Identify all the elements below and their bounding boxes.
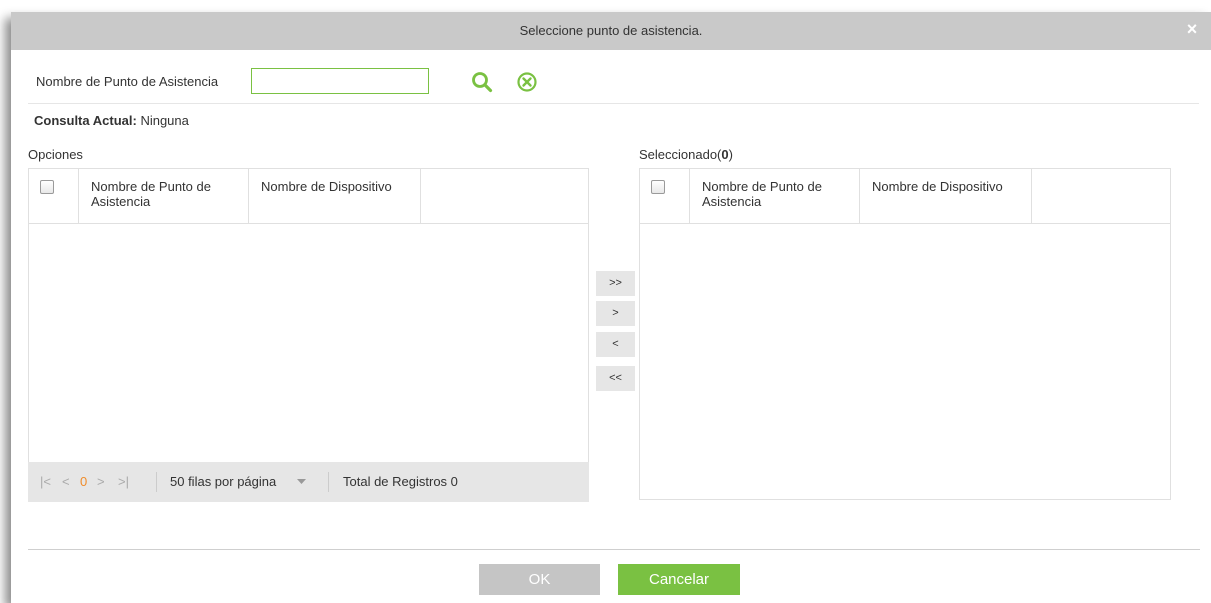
selected-label: Seleccionado(0) — [639, 147, 733, 162]
selected-select-all-cell — [640, 169, 690, 223]
move-right-button[interactable]: > — [596, 301, 635, 326]
pager-divider — [156, 472, 157, 492]
first-page-button[interactable]: |< — [40, 474, 51, 489]
search-label: Nombre de Punto de Asistencia — [36, 74, 219, 89]
select-attendance-point-dialog: Seleccione punto de asistencia. × Nombre… — [11, 12, 1211, 603]
selected-label-suffix: ) — [728, 147, 733, 162]
dialog-titlebar: Seleccione punto de asistencia. × — [11, 12, 1211, 50]
search-input[interactable] — [251, 68, 429, 94]
chevron-down-icon[interactable] — [297, 479, 306, 485]
current-query-label: Consulta Actual: — [34, 113, 137, 128]
options-label: Opciones — [28, 147, 83, 162]
selected-col-device-name[interactable]: Nombre de Dispositivo — [860, 169, 1032, 223]
current-query-value: Ninguna — [140, 113, 189, 128]
selected-label-prefix: Seleccionado( — [639, 147, 722, 162]
ok-button[interactable]: OK — [479, 564, 600, 595]
current-query: Consulta Actual: Ninguna — [34, 113, 189, 128]
pager-divider — [328, 472, 329, 492]
search-row: Nombre de Punto de Asistencia — [28, 66, 1211, 96]
options-grid: Nombre de Punto de Asistencia Nombre de … — [28, 168, 589, 463]
options-grid-header: Nombre de Punto de Asistencia Nombre de … — [29, 169, 588, 224]
rows-per-page-select[interactable]: 50 filas por página — [170, 474, 276, 489]
selected-col-point-name[interactable]: Nombre de Punto de Asistencia — [690, 169, 860, 223]
search-icon[interactable] — [470, 70, 494, 94]
current-page: 0 — [80, 474, 88, 489]
selected-count: 0 — [721, 147, 729, 162]
selected-grid: Nombre de Punto de Asistencia Nombre de … — [639, 168, 1171, 500]
options-select-all-cell — [29, 169, 79, 223]
selected-select-all-checkbox[interactable] — [651, 180, 665, 194]
total-records: Total de Registros 0 — [343, 474, 458, 489]
divider — [28, 103, 1199, 104]
footer-divider — [28, 549, 1200, 550]
cancel-button[interactable]: Cancelar — [618, 564, 740, 595]
column-header-label: Nombre de Punto de Asistencia — [91, 179, 211, 209]
prev-page-button[interactable]: < — [62, 474, 70, 489]
column-header-label: Nombre de Dispositivo — [872, 179, 1003, 194]
pager: |< < 0 > >| 50 filas por página Total de… — [28, 462, 589, 502]
clear-circle-icon[interactable] — [515, 70, 539, 94]
column-header-label: Nombre de Dispositivo — [261, 179, 392, 194]
selected-grid-header: Nombre de Punto de Asistencia Nombre de … — [640, 169, 1170, 224]
dialog-title: Seleccione punto de asistencia. — [519, 23, 703, 38]
move-all-right-button[interactable]: >> — [596, 271, 635, 296]
options-col-point-name[interactable]: Nombre de Punto de Asistencia — [79, 169, 249, 223]
selected-grid-body — [640, 224, 1170, 499]
move-all-left-button[interactable]: << — [596, 366, 635, 391]
options-select-all-checkbox[interactable] — [40, 180, 54, 194]
next-page-button[interactable]: > — [97, 474, 105, 489]
last-page-button[interactable]: >| — [118, 474, 129, 489]
move-left-button[interactable]: < — [596, 332, 635, 357]
close-icon[interactable]: × — [1183, 20, 1201, 38]
column-header-label: Nombre de Punto de Asistencia — [702, 179, 822, 209]
options-grid-body — [29, 224, 588, 462]
options-col-device-name[interactable]: Nombre de Dispositivo — [249, 169, 421, 223]
